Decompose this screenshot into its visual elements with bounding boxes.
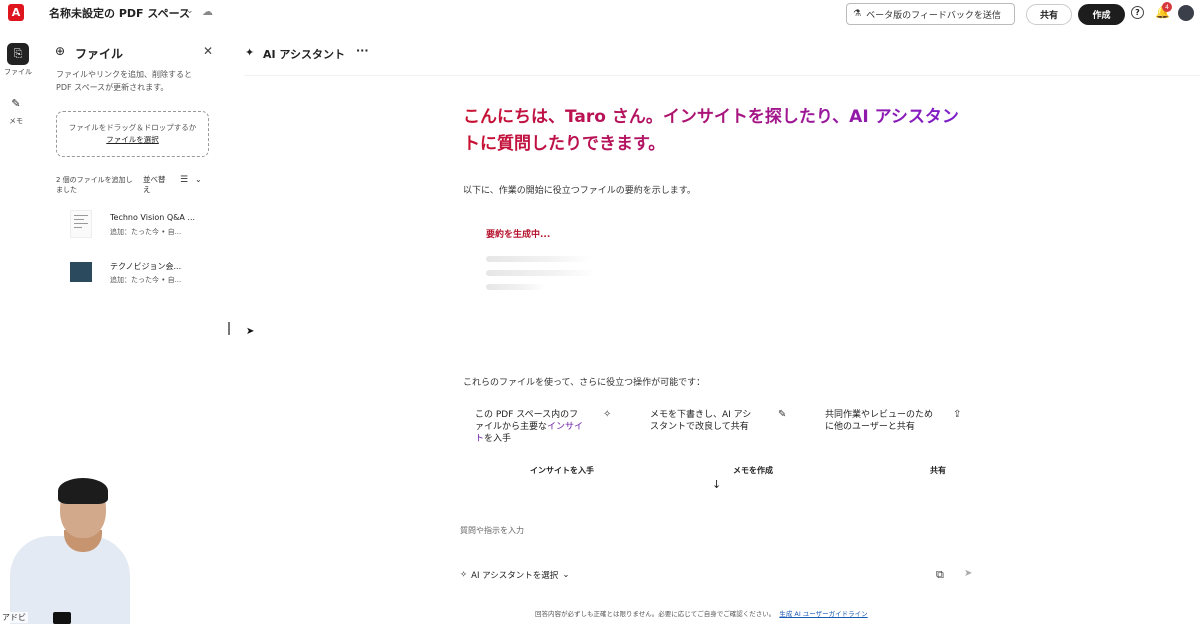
share-card[interactable]: 共同作業やレビューのために他のユーザーと共有 ⇪ bbox=[825, 409, 985, 454]
insight-card[interactable]: この PDF スペース内のファイルから主要なインサイトを入手 ✧ bbox=[475, 409, 635, 454]
file-meta: 追加：たった今 • 自... bbox=[110, 276, 182, 284]
rail-label-memo: メモ bbox=[9, 117, 23, 125]
file-list-item[interactable]: テクノビジョン会... 追加：たった今 • 自... bbox=[70, 258, 200, 290]
file-list-item[interactable]: Techno Vision Q&A ... 追加：たった今 • 自... bbox=[70, 210, 200, 242]
help-icon[interactable]: ? bbox=[1131, 6, 1144, 19]
assistant-select-label: AI アシスタントを選択 bbox=[471, 571, 559, 581]
share-action-button[interactable]: 共有 bbox=[930, 465, 946, 476]
loading-skeleton bbox=[486, 284, 546, 290]
ai-assistant-icon: ✦ bbox=[245, 46, 255, 59]
greeting-heading: こんにちは、Taro さん。インサイトを探したり、AI アシスタントに質問したり… bbox=[463, 104, 973, 158]
pdf-thumbnail-icon bbox=[70, 262, 92, 282]
presenter-hair bbox=[58, 478, 108, 504]
file-meta: 追加：たった今 • 自... bbox=[110, 228, 182, 236]
sparkle-icon: ✧ bbox=[603, 409, 612, 420]
chevron-down-icon: ⌄ bbox=[562, 570, 570, 580]
add-file-icon: ⊕ bbox=[55, 44, 66, 58]
files-added-count: 2 個のファイルを追加しました bbox=[56, 176, 133, 194]
rail-item-files[interactable]: ⎘ ファイル bbox=[0, 43, 38, 77]
webcam-overlay bbox=[0, 470, 140, 624]
create-button[interactable]: 作成 bbox=[1078, 4, 1125, 25]
guidelines-link[interactable]: 生成 AI ユーザーガイドライン bbox=[779, 610, 867, 618]
avatar[interactable] bbox=[1178, 5, 1194, 21]
top-bar: A 名称未設定の PDF スペース ⌄ ☁ ⚗ ベータ版のフィードバックを送信 … bbox=[0, 0, 1200, 27]
presenter-body bbox=[10, 536, 130, 624]
select-file-link[interactable]: ファイルを選択 bbox=[106, 135, 159, 144]
pdf-thumbnail-icon bbox=[70, 210, 92, 238]
list-view-icon[interactable]: ☰ bbox=[180, 175, 188, 185]
loading-skeleton bbox=[486, 270, 596, 276]
card-description: メモを下書きし、AI アシスタントで改良して共有 bbox=[650, 410, 752, 432]
phone-icon bbox=[53, 612, 71, 624]
card-description: 共同作業やレビューのために他のユーザーと共有 bbox=[825, 410, 934, 432]
notification-badge: 4 bbox=[1162, 2, 1172, 12]
create-memo-button[interactable]: メモを作成 bbox=[733, 465, 773, 476]
summary-intro: 以下に、作業の開始に役立つファイルの要約を示します。 bbox=[463, 186, 696, 196]
assistant-select[interactable]: ✧ AI アシスタントを選択 ⌄ bbox=[460, 569, 569, 581]
loading-skeleton bbox=[486, 256, 591, 262]
send-icon[interactable]: ➤ bbox=[964, 568, 972, 579]
share-button[interactable]: 共有 bbox=[1026, 4, 1072, 25]
acrobat-logo-icon[interactable]: A bbox=[8, 4, 24, 21]
rail-label-files: ファイル bbox=[4, 68, 32, 76]
more-options-icon[interactable]: ··· bbox=[356, 44, 369, 57]
beta-feedback-label: ベータ版のフィードバックを送信 bbox=[866, 10, 1001, 21]
sort-button[interactable]: 並べ替え bbox=[143, 175, 171, 195]
space-title[interactable]: 名称未設定の PDF スペース bbox=[49, 5, 190, 21]
beta-feedback-button[interactable]: ⚗ ベータ版のフィードバックを送信 bbox=[846, 3, 1015, 25]
file-dropzone[interactable]: ファイルをドラッグ＆ドロップするかファイルを選択 bbox=[56, 111, 209, 157]
memo-card[interactable]: メモを下書きし、AI アシスタントで改良して共有 ✎ bbox=[650, 409, 810, 454]
disclaimer: 回答内容が必ずしも正確とは限りません。必要に応じてご自身でご確認ください。 生成 … bbox=[535, 610, 868, 618]
flask-icon: ⚗ bbox=[853, 9, 862, 19]
get-insights-button[interactable]: インサイトを入手 bbox=[530, 465, 594, 476]
sparkle-icon: ✧ bbox=[460, 570, 468, 580]
share-icon: ⇪ bbox=[953, 409, 962, 420]
chevron-down-icon[interactable]: ⌄ bbox=[195, 175, 202, 184]
attach-file-icon[interactable]: ⧉ bbox=[936, 568, 944, 582]
rail-item-memo[interactable]: ✎ メモ bbox=[0, 92, 36, 126]
memo-icon: ✎ bbox=[11, 96, 21, 110]
generating-status: 要約を生成中... bbox=[486, 230, 551, 240]
prompt-input[interactable] bbox=[460, 522, 970, 538]
edit-note-icon: ✎ bbox=[778, 409, 787, 420]
arrow-down-icon[interactable]: ↓ bbox=[712, 478, 721, 491]
card-description: この PDF スペース内のファイルから主要なインサイトを入手 bbox=[475, 410, 584, 444]
file-name: Techno Vision Q&A ... bbox=[110, 213, 196, 222]
mouse-cursor-icon: ➤ bbox=[246, 326, 255, 337]
file-name: テクノビジョン会... bbox=[110, 262, 182, 271]
operations-intro: これらのファイルを使って、さらに役立つ操作が可能です： bbox=[463, 378, 706, 388]
close-icon[interactable]: ✕ bbox=[203, 44, 213, 58]
ai-assistant-title: AI アシスタント bbox=[263, 48, 345, 61]
cloud-icon: ☁ bbox=[202, 5, 213, 18]
divider bbox=[244, 75, 1200, 76]
panel-title: ファイル bbox=[75, 47, 124, 61]
chevron-down-icon[interactable]: ⌄ bbox=[186, 6, 194, 16]
panel-resize-handle[interactable] bbox=[228, 322, 230, 335]
dropzone-text: ファイルをドラッグ＆ドロップするか bbox=[68, 123, 197, 132]
files-icon: ⎘ bbox=[7, 43, 29, 65]
webcam-label: アドビ bbox=[0, 612, 28, 623]
panel-description: ファイルやリンクを追加、削除すると PDF スペースが更新されます。 bbox=[56, 70, 192, 92]
